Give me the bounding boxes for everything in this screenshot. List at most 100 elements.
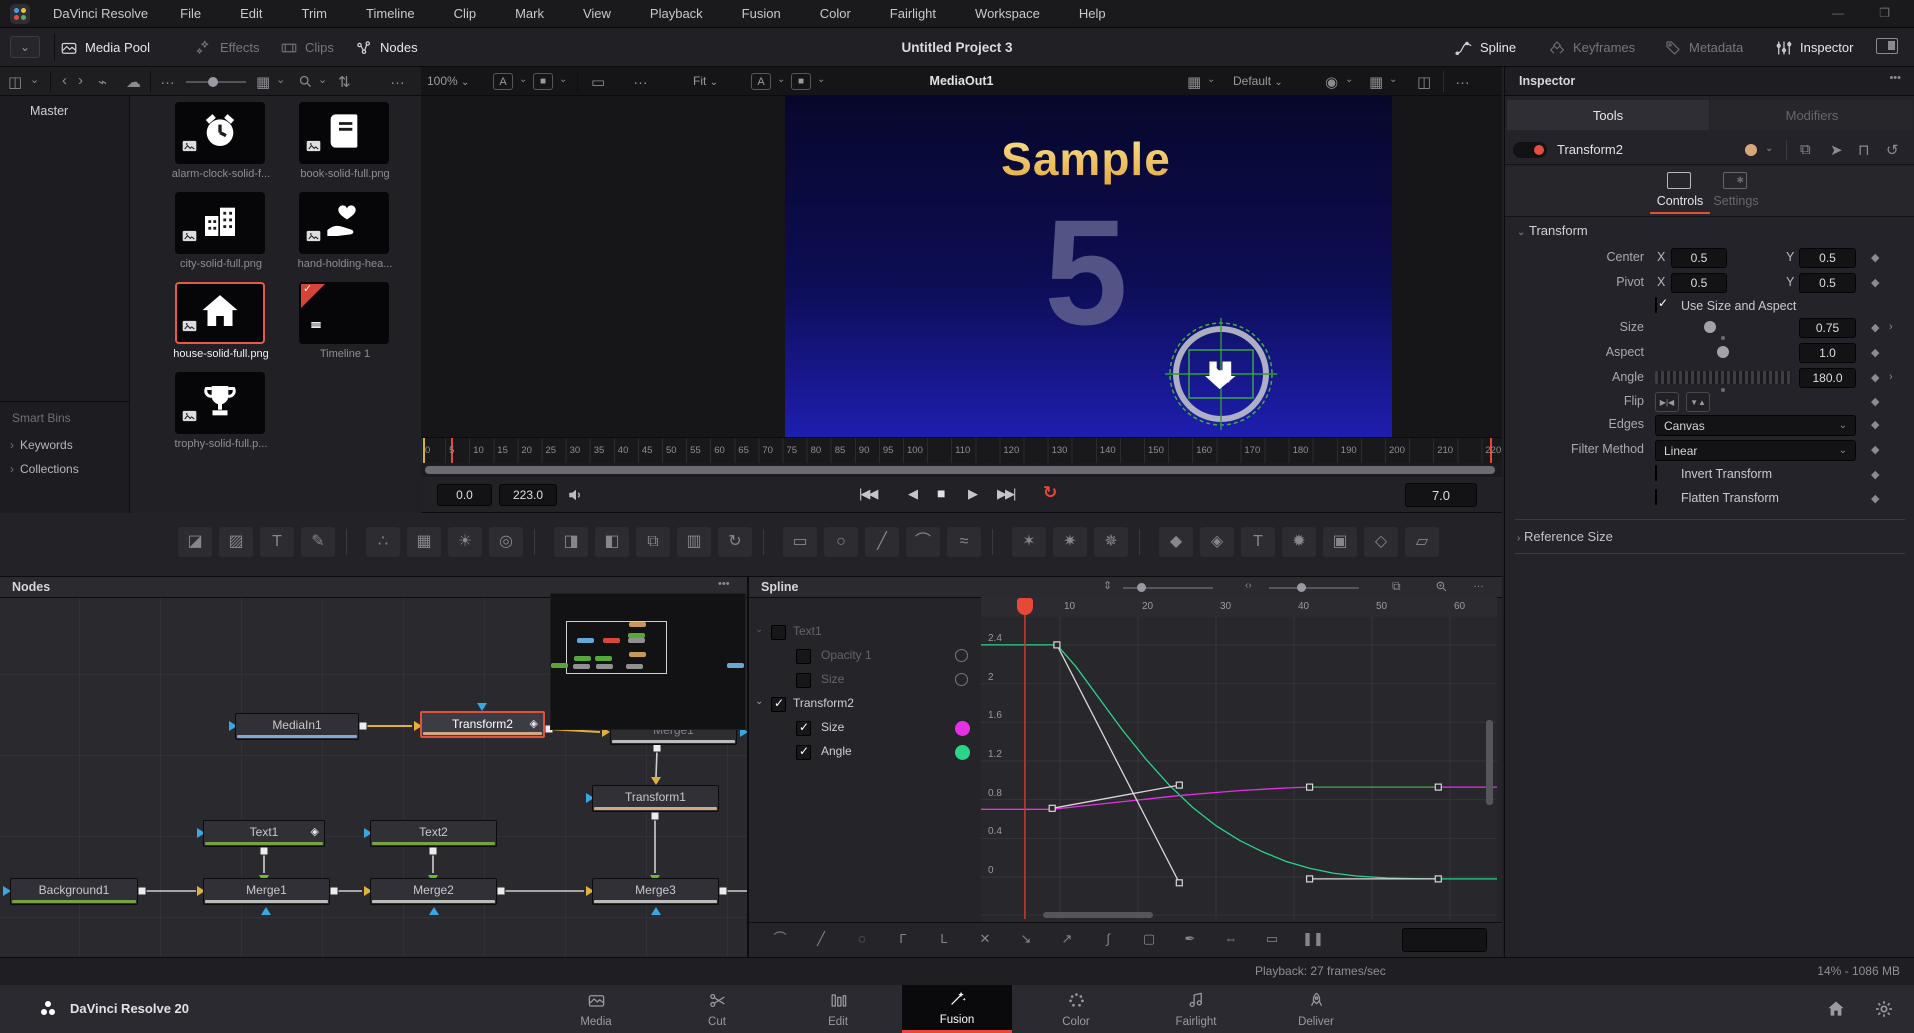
use-size-aspect-checkbox[interactable]: [1655, 297, 1657, 313]
toolbar-media-pool-button[interactable]: Media Pool: [60, 28, 150, 67]
viewer-split-icon[interactable]: ◫: [1417, 73, 1431, 91]
curve-color-dot[interactable]: [955, 649, 968, 662]
spline-tool-icon[interactable]: ↘: [1011, 927, 1041, 951]
curve-color-dot[interactable]: [955, 673, 968, 686]
toolbar-nodes-button[interactable]: Nodes: [355, 28, 418, 67]
node-reset-icon[interactable]: ↺: [1886, 141, 1899, 159]
curve-color-dot[interactable]: [955, 721, 970, 736]
media-pool-dropdown[interactable]: ⌄: [10, 36, 40, 58]
viewer-canvas[interactable]: Sample 5: [421, 96, 1502, 437]
spline-tool-icon[interactable]: ∫: [1093, 927, 1123, 951]
page-tab-fusion[interactable]: Fusion: [902, 985, 1012, 1033]
media-item[interactable]: alarm-clock-solid-f...: [175, 102, 267, 186]
pivot-keyframe-icon[interactable]: ◆: [1871, 276, 1879, 289]
viewer-grid-icon[interactable]: ▦: [1187, 73, 1201, 91]
menu-timeline[interactable]: Timeline: [353, 6, 428, 21]
range-end-field[interactable]: 223.0: [499, 484, 557, 506]
thumb-size-slider[interactable]: [186, 81, 246, 83]
media-more-icon[interactable]: …: [390, 71, 405, 88]
node-transform1[interactable]: Transform1: [592, 785, 719, 812]
tool-icon[interactable]: ◎: [489, 527, 523, 557]
stop-button[interactable]: ■: [937, 485, 945, 501]
tool-icon[interactable]: ▨: [219, 527, 253, 557]
tool-icon[interactable]: T: [260, 527, 294, 557]
menu-davinci-resolve[interactable]: DaVinci Resolve: [40, 6, 161, 21]
search-chevron-icon[interactable]: ⌄: [318, 73, 327, 86]
media-thumbnail[interactable]: [299, 102, 389, 164]
spline-tool-icon[interactable]: ⇔: [1216, 927, 1246, 951]
angle-thumbwheel[interactable]: [1655, 371, 1791, 384]
spline-visibility-checkbox[interactable]: [796, 745, 811, 760]
loop-button[interactable]: ↻: [1043, 483, 1057, 503]
center-x-field[interactable]: 0.5: [1671, 248, 1727, 268]
spline-value-field[interactable]: [1402, 928, 1487, 952]
menu-view[interactable]: View: [570, 6, 624, 21]
media-thumbnail[interactable]: [175, 282, 265, 344]
tool-icon[interactable]: ╱: [865, 527, 899, 557]
viewer-lut-select[interactable]: Default ⌄: [1233, 74, 1283, 88]
home-icon[interactable]: [1826, 999, 1846, 1024]
menu-help[interactable]: Help: [1066, 6, 1119, 21]
tool-icon[interactable]: ⌒: [906, 527, 940, 557]
size-keyframe-icon[interactable]: ◆: [1871, 321, 1879, 334]
spline-tool-icon[interactable]: ✕: [970, 927, 1000, 951]
menu-clip[interactable]: Clip: [441, 6, 489, 21]
more-icon[interactable]: …: [160, 71, 175, 88]
media-thumbnail[interactable]: [299, 192, 389, 254]
size-next-key-icon[interactable]: ›: [1889, 321, 1893, 333]
tab-tools[interactable]: Tools: [1507, 100, 1709, 130]
play-button[interactable]: ▶: [968, 486, 978, 502]
media-item[interactable]: hand-holding-hea...: [299, 192, 391, 276]
menu-playback[interactable]: Playback: [637, 6, 716, 21]
viewer-3d-icon[interactable]: ◉: [1325, 73, 1338, 91]
settings-tab-icon[interactable]: ✱: [1723, 172, 1747, 189]
flatten-keyframe-icon[interactable]: ◆: [1871, 492, 1879, 505]
spline-tool-icon[interactable]: L: [929, 927, 959, 951]
spline-visibility-checkbox[interactable]: [796, 673, 811, 688]
pivot-y-field[interactable]: 0.5: [1799, 273, 1856, 293]
menu-file[interactable]: File: [167, 6, 214, 21]
node-text1[interactable]: Text1◈: [203, 820, 325, 847]
angle-field[interactable]: 180.0: [1799, 368, 1856, 388]
tool-icon[interactable]: ▭: [783, 527, 817, 557]
node-merge3[interactable]: Merge3: [592, 878, 719, 905]
node-mediain1[interactable]: MediaIn1: [235, 713, 359, 740]
menu-workspace[interactable]: Workspace: [962, 6, 1053, 21]
media-thumbnail[interactable]: ✓: [299, 282, 389, 344]
spline-tool-icon[interactable]: Γ: [888, 927, 918, 951]
tool-icon[interactable]: ▣: [1323, 527, 1357, 557]
filter-method-dropdown[interactable]: Linear⌄: [1655, 440, 1856, 461]
spline-tool-icon[interactable]: ╱: [806, 927, 836, 951]
page-tab-media[interactable]: Media: [541, 985, 651, 1033]
node-enable-toggle[interactable]: [1513, 142, 1547, 158]
media-thumbnail[interactable]: [175, 102, 265, 164]
filter-keyframe-icon[interactable]: ◆: [1871, 443, 1879, 456]
tool-icon[interactable]: ◨: [554, 527, 588, 557]
tool-icon[interactable]: ✹: [1282, 527, 1316, 557]
vertical-zoom-icon[interactable]: ⇕: [1103, 579, 1112, 592]
bin-view-toggle-icon[interactable]: ◫: [8, 73, 22, 91]
node-versions-icon[interactable]: ⧉: [1800, 141, 1811, 158]
spline-menu-icon[interactable]: …: [1473, 578, 1484, 590]
tool-icon[interactable]: ○: [824, 527, 858, 557]
menu-trim[interactable]: Trim: [289, 6, 341, 21]
vertical-zoom-slider[interactable]: [1123, 587, 1213, 589]
tool-icon[interactable]: ✷: [1053, 527, 1087, 557]
current-frame-field[interactable]: 7.0: [1405, 483, 1477, 507]
tool-icon[interactable]: ▥: [677, 527, 711, 557]
goto-end-button[interactable]: ▶▶|: [997, 486, 1014, 502]
reference-size-section[interactable]: › Reference Size: [1517, 529, 1613, 544]
media-item[interactable]: trophy-solid-full.p...: [175, 372, 267, 456]
page-tab-deliver[interactable]: Deliver: [1261, 985, 1371, 1033]
tool-icon[interactable]: ✶: [1012, 527, 1046, 557]
page-tab-fairlight[interactable]: Fairlight: [1141, 985, 1251, 1033]
transform-section-header[interactable]: ⌄ Transform: [1517, 223, 1588, 238]
horizontal-zoom-slider[interactable]: [1269, 587, 1359, 589]
spline-visibility-checkbox[interactable]: [771, 697, 786, 712]
window-maximize-button[interactable]: ❐: [1879, 6, 1890, 20]
node-pin-icon[interactable]: ➤: [1830, 141, 1843, 159]
pivot-x-field[interactable]: 0.5: [1671, 273, 1727, 293]
spline-tree-item-size[interactable]: Size: [749, 669, 981, 693]
subtab-settings[interactable]: Settings: [1701, 194, 1771, 208]
menu-fusion[interactable]: Fusion: [729, 6, 794, 21]
